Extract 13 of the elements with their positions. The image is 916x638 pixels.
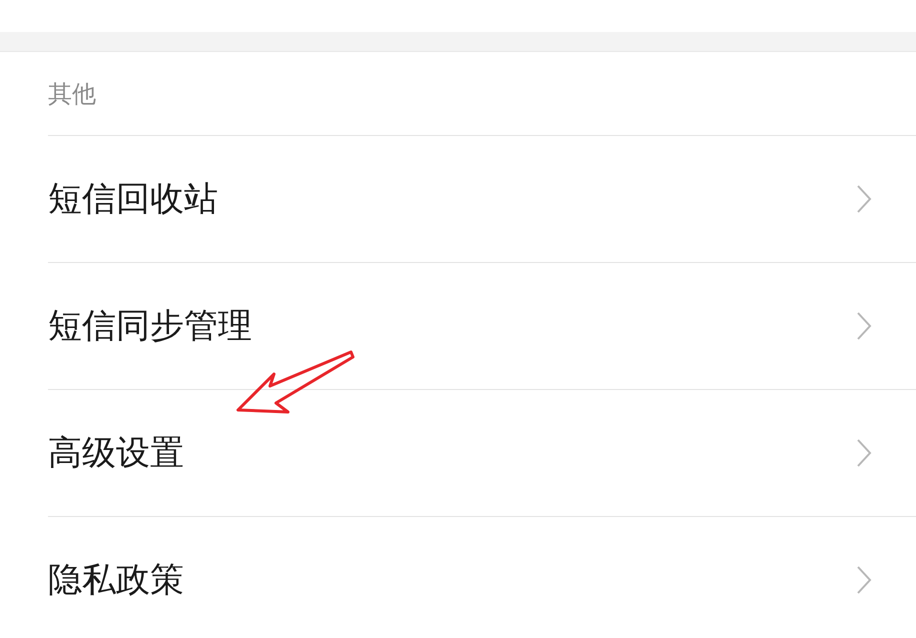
settings-row[interactable]: 高级设置: [48, 389, 916, 516]
row-label: 短信同步管理: [48, 305, 252, 348]
row-label: 短信回收站: [48, 178, 218, 221]
chevron-right-icon: [856, 311, 872, 341]
chevron-right-icon: [856, 565, 872, 595]
settings-row[interactable]: 短信同步管理: [48, 262, 916, 389]
row-label: 隐私政策: [48, 559, 184, 602]
section-title: 其他: [48, 78, 96, 110]
row-label: 高级设置: [48, 432, 184, 475]
settings-row[interactable]: 隐私政策: [48, 516, 916, 638]
settings-row[interactable]: 短信回收站: [48, 135, 916, 262]
chevron-right-icon: [856, 438, 872, 468]
chevron-right-icon: [856, 184, 872, 214]
